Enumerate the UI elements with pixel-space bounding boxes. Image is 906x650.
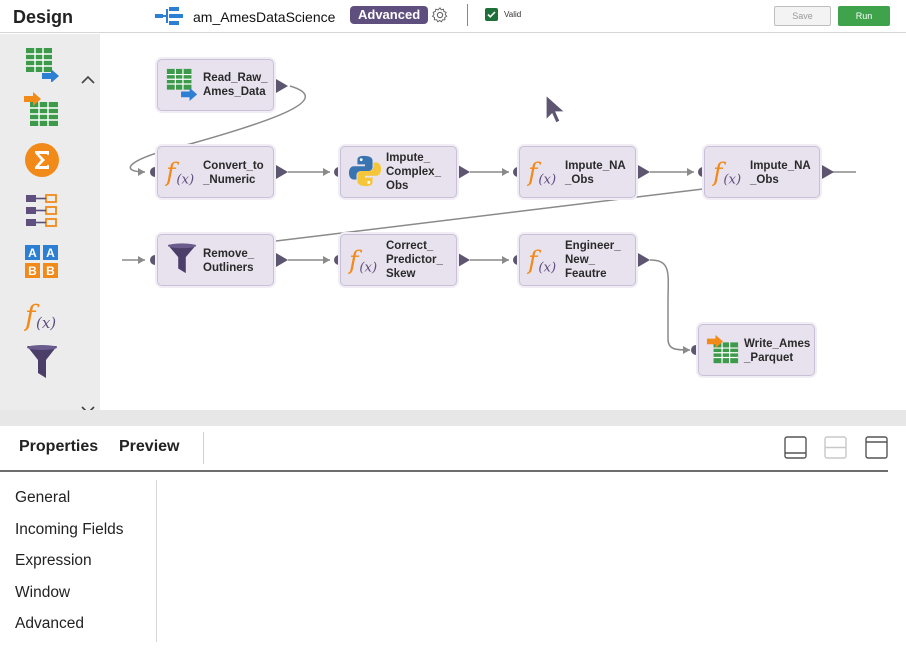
layout-bottom-panel-icon[interactable] [784, 436, 807, 459]
transformation-palette: AABB f (x) [0, 34, 100, 444]
node-engineer-new-feature[interactable]: f (x) Engineer_ New_ Feautre [519, 234, 636, 286]
node-label: Read_Raw_ Ames_Data [203, 72, 268, 98]
link-impute-na2-remove [275, 188, 704, 242]
node-label: Correct_ Predictor_ Skew [386, 240, 443, 280]
svg-text:(x): (x) [723, 172, 741, 187]
app-title: Design [13, 7, 74, 27]
svg-text:(x): (x) [359, 260, 377, 275]
mouse-cursor-icon [545, 93, 567, 124]
expression-icon: f (x) [348, 245, 377, 275]
node-write-ames-parquet[interactable]: Write_Ames _Parquet [698, 324, 815, 376]
nav-item-window[interactable]: Window [15, 584, 70, 602]
svg-text:(x): (x) [538, 172, 556, 187]
node-label: Impute_NA _Obs [750, 160, 811, 186]
node-label: Remove_ Outliners [203, 248, 255, 274]
valid-label: Valid [504, 10, 522, 19]
svg-text:B: B [46, 264, 55, 278]
expression-icon: f (x) [165, 157, 194, 187]
panel-splitter[interactable] [0, 410, 906, 426]
nav-item-incoming-fields[interactable]: Incoming Fields [15, 521, 124, 539]
filter-icon[interactable] [24, 344, 60, 380]
properties-nav: General Incoming Fields Expression Windo… [0, 480, 157, 642]
filter-icon [167, 243, 197, 274]
mapping-canvas[interactable]: Read_Raw_ Ames_Data f (x) Convert_to _Nume… [100, 34, 906, 410]
panel-tabs: Properties Preview [0, 426, 906, 472]
node-label: Convert_to _Numeric [203, 160, 264, 186]
mapping-flow-icon [155, 7, 183, 25]
target-table-icon [706, 334, 739, 364]
nav-item-expression[interactable]: Expression [15, 552, 92, 570]
tabs-underline [0, 470, 888, 472]
layout-split-panel-icon[interactable] [824, 436, 847, 459]
svg-text:(x): (x) [538, 260, 556, 275]
node-convert-to-numeric[interactable]: f (x) Convert_to _Numeric [157, 146, 274, 198]
expression-icon: f (x) [712, 157, 741, 187]
mapping-name: am_AmesDataScience [193, 9, 336, 25]
source-table-icon [166, 68, 198, 101]
layout-top-panel-icon[interactable] [865, 436, 888, 459]
aggregator-icon[interactable] [24, 142, 60, 178]
expression-icon[interactable]: f (x) [24, 296, 60, 332]
target-table-icon[interactable] [24, 92, 60, 128]
node-remove-outliners[interactable]: Remove_ Outliners [157, 234, 274, 286]
tab-preview[interactable]: Preview [119, 438, 179, 456]
svg-text:(x): (x) [176, 172, 194, 187]
valid-checkbox [485, 8, 498, 21]
node-label: Engineer_ New_ Feautre [565, 240, 621, 280]
tab-properties[interactable]: Properties [19, 438, 98, 456]
tab-divider [203, 432, 204, 464]
link-engineer-write [649, 259, 691, 351]
gear-icon[interactable] [431, 6, 449, 24]
mode-badge[interactable]: Advanced [350, 6, 429, 24]
expression-icon: f (x) [527, 245, 556, 275]
svg-text:(x): (x) [36, 314, 56, 332]
nav-item-general[interactable]: General [15, 489, 70, 507]
ab-sorter-icon[interactable]: A AB B [24, 244, 60, 280]
node-label: Impute_NA _Obs [565, 160, 626, 186]
run-button[interactable]: Run [838, 6, 890, 26]
node-read-raw-ames-data[interactable]: Read_Raw_ Ames_Data [157, 59, 274, 111]
save-button[interactable]: Save [774, 6, 831, 26]
svg-text:A: A [28, 246, 37, 260]
svg-text:B: B [28, 264, 37, 278]
node-impute-na-obs-2[interactable]: f (x) Impute_NA _Obs [704, 146, 820, 198]
top-bar: Design am_AmesDataScience Advanced Valid… [0, 0, 906, 33]
node-impute-na-obs-1[interactable]: f (x) Impute_NA _Obs [519, 146, 636, 198]
hierarchy-icon[interactable] [24, 192, 60, 228]
svg-text:A: A [46, 246, 55, 260]
node-label: Write_Ames _Parquet [744, 338, 811, 364]
scroll-up-chevron-icon[interactable] [80, 74, 96, 86]
python-icon [348, 155, 382, 187]
nav-item-advanced[interactable]: Advanced [15, 615, 84, 633]
node-label: Impute_ Complex_ Obs [386, 152, 441, 192]
node-impute-complex-obs[interactable]: Impute_ Complex_ Obs [340, 146, 457, 198]
header-divider [467, 4, 468, 26]
expression-icon: f (x) [527, 157, 556, 187]
node-correct-predictor-skew[interactable]: f (x) Correct_ Predictor_ Skew [340, 234, 457, 286]
source-table-icon[interactable] [24, 46, 60, 82]
